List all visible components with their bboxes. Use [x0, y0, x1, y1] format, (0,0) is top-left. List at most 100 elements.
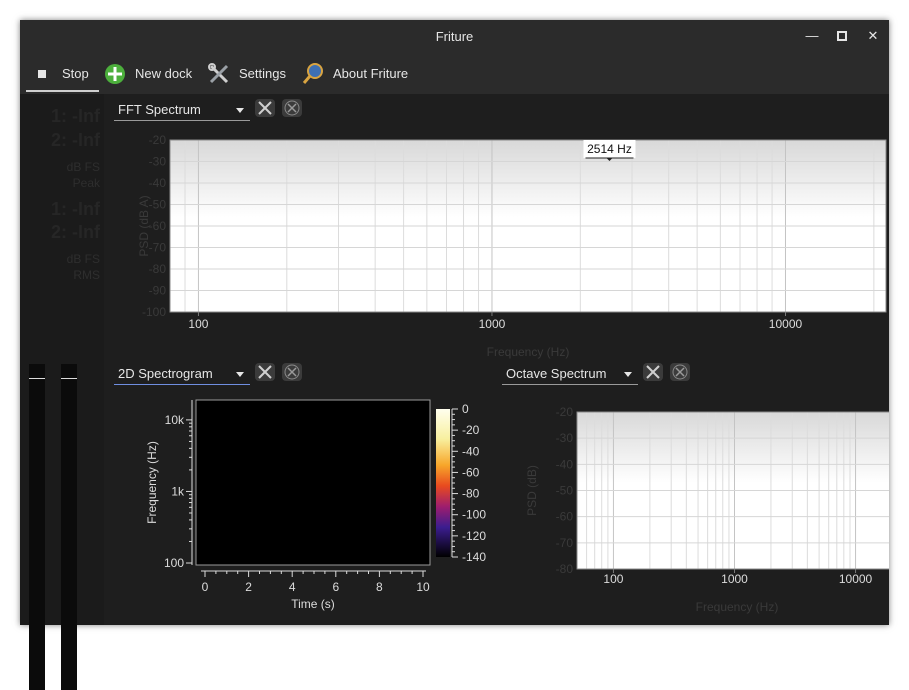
y-tick-label: -80: [149, 262, 167, 276]
x-axis-label: Frequency (Hz): [696, 600, 779, 614]
spectrogram-widget-value: 2D Spectrogram: [118, 366, 213, 381]
fft-widget-value: FFT Spectrum: [118, 102, 201, 117]
x-tick-label: 6: [332, 580, 339, 594]
app-window: Friture — ✕ Stop New dock Settings About…: [20, 20, 889, 690]
close-icon[interactable]: ✕: [865, 28, 881, 44]
about-button[interactable]: About Friture: [301, 62, 411, 86]
cursor-label: 2514 Hz: [587, 142, 632, 156]
y-tick-label: -90: [149, 284, 167, 298]
y-tick-label: -60: [556, 510, 574, 524]
y-tick-label: -30: [556, 431, 574, 445]
close-icon: [284, 100, 300, 116]
y-tick-label: 1k: [171, 484, 185, 498]
x-tick-label: 100: [188, 317, 208, 331]
new-dock-label: New dock: [135, 66, 193, 81]
add-icon: [104, 62, 128, 94]
y-axis-label: Frequency (Hz): [145, 441, 159, 524]
x-tick-label: 4: [289, 580, 296, 594]
x-tick-label: 10000: [839, 572, 873, 586]
tools-icon: [646, 365, 660, 379]
fft-settings-button[interactable]: [255, 99, 275, 117]
x-tick-label: 1000: [721, 572, 748, 586]
y-tick-label: 100: [164, 556, 184, 570]
new-dock-button[interactable]: New dock: [104, 62, 196, 86]
peak-ch1-value: 1: -Inf: [51, 106, 100, 126]
settings-button[interactable]: Settings: [207, 62, 289, 86]
colorbar-tick-label: -20: [462, 423, 480, 437]
window-title: Friture: [435, 29, 474, 44]
colorbar-tick-label: 0: [462, 402, 469, 416]
level-bar-ch2: [61, 364, 77, 690]
spectrogram-image: [195, 399, 431, 566]
y-axis-label: PSD (dB): [525, 465, 539, 516]
maximize-icon[interactable]: [834, 28, 850, 44]
minimize-icon[interactable]: —: [804, 28, 820, 44]
y-tick-label: -70: [556, 536, 574, 550]
spectrogram-widget-select[interactable]: 2D Spectrogram: [114, 364, 250, 385]
fft-widget-select[interactable]: FFT Spectrum: [114, 100, 250, 121]
about-label: About Friture: [333, 66, 409, 81]
stop-icon: [38, 70, 46, 78]
x-tick-label: 0: [202, 580, 209, 594]
colorbar-tick-label: -80: [462, 487, 480, 501]
y-tick-label: -100: [142, 305, 166, 319]
colorbar-tick-label: -120: [462, 529, 486, 543]
colorbar-tick-label: -140: [462, 550, 486, 564]
octave-settings-button[interactable]: [643, 363, 663, 381]
y-tick-label: -60: [149, 219, 167, 233]
spectrogram-close-button[interactable]: [282, 363, 302, 381]
stop-button[interactable]: Stop: [30, 62, 100, 86]
y-tick-label: -50: [149, 198, 167, 212]
y-tick-label: -20: [556, 405, 574, 419]
y-tick-label: -50: [556, 484, 574, 498]
peak-ch2-value: 2: -Inf: [51, 130, 100, 150]
y-tick-label: -40: [556, 457, 574, 471]
colorbar: [436, 409, 450, 557]
close-icon: [284, 364, 300, 380]
x-tick-label: 10: [416, 580, 430, 594]
y-tick-label: -30: [149, 155, 167, 169]
fft-spectrum-plot[interactable]: -20 -30 -40 -50 -60 -70 -80 -90 -100 100 1000 10000…: [114, 126, 889, 362]
y-tick-label: -20: [149, 133, 167, 147]
spectrogram-plot[interactable]: 0 2 4 6 8 10 Time (s) 10k 1k 100 Frequency (Hz) 0 -2…: [114, 390, 494, 620]
octave-widget-value: Octave Spectrum: [506, 366, 607, 381]
y-tick-label: 10k: [165, 413, 185, 427]
y-axis-label: PSD (dB A): [137, 195, 151, 256]
fft-close-button[interactable]: [282, 99, 302, 117]
x-axis-label: Time (s): [291, 597, 335, 611]
octave-close-button[interactable]: [670, 363, 690, 381]
stop-label: Stop: [62, 66, 89, 81]
active-underline: [26, 90, 99, 92]
level-bar-ch1: [29, 364, 45, 690]
title-bar[interactable]: Friture — ✕: [20, 20, 889, 54]
chevron-down-icon: [236, 372, 244, 377]
tools-icon: [207, 62, 231, 94]
toolbar: Stop New dock Settings About Friture: [20, 54, 889, 94]
magnifier-icon: [301, 62, 325, 94]
spectrogram-settings-button[interactable]: [255, 363, 275, 381]
x-tick-label: 10000: [769, 317, 803, 331]
rms-ch1-value: 1: -Inf: [51, 199, 100, 219]
colorbar-tick-label: -100: [462, 508, 486, 522]
x-axis-label: Frequency (Hz): [487, 345, 570, 359]
rms-label: RMS: [73, 268, 100, 282]
octave-spectrum-plot[interactable]: -20 -30 -40 -50 -60 -70 -80 100 1000 10000 Frequen…: [502, 390, 889, 620]
colorbar-tick-label: -40: [462, 444, 480, 458]
peak-label: Peak: [72, 176, 100, 190]
rms-ch2-value: 2: -Inf: [51, 222, 100, 242]
y-tick-label: -80: [556, 562, 574, 576]
x-tick-label: 100: [603, 572, 623, 586]
x-tick-label: 1000: [479, 317, 506, 331]
chevron-down-icon: [624, 372, 632, 377]
y-tick-label: -70: [149, 241, 167, 255]
tools-icon: [258, 101, 272, 115]
y-tick-label: -40: [149, 176, 167, 190]
colorbar-tick-label: -60: [462, 465, 480, 479]
tools-icon: [258, 365, 272, 379]
rms-unit: dB FS: [66, 252, 100, 266]
peak-unit: dB FS: [66, 160, 100, 174]
chevron-down-icon: [236, 108, 244, 113]
x-tick-label: 2: [245, 580, 252, 594]
octave-widget-select[interactable]: Octave Spectrum: [502, 364, 638, 385]
level-meter-panel: 1: -Inf 2: -Inf dB FS Peak 1: -Inf 2: -I…: [20, 94, 104, 690]
